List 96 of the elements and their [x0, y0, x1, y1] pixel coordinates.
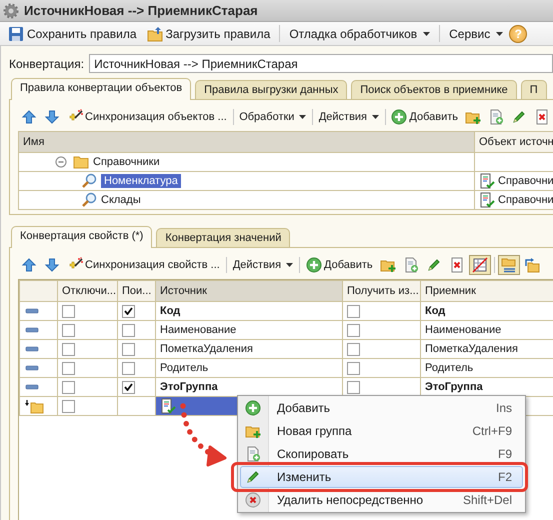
copy-icon: [488, 109, 504, 125]
table-cell: Справочни: [498, 194, 553, 206]
gear-icon: [3, 2, 19, 18]
document-check-icon: [160, 398, 176, 414]
checkbox[interactable]: [62, 380, 75, 394]
caret-icon: [423, 32, 430, 36]
menu-item[interactable]: Удалить непосредственно Shift+Del: [240, 489, 523, 511]
folder-return-icon: [524, 257, 540, 273]
table-cell: Наименование: [160, 324, 236, 336]
table-cell: ПометкаУдаления: [425, 343, 518, 355]
table-cell: Код: [160, 305, 180, 317]
toolbar-button[interactable]: Сохранить правила: [4, 24, 141, 44]
window-title: ИсточникНовая --> ПриемникСтарая: [24, 3, 258, 18]
dropdown-menu-button[interactable]: Действия: [316, 107, 382, 127]
caret-icon: [372, 115, 380, 119]
down-arrow-icon: [44, 257, 60, 273]
column-header[interactable]: Получить из...: [342, 280, 420, 302]
tab[interactable]: Конвертация значений: [156, 228, 290, 247]
delete-icon: [245, 492, 261, 508]
column-header[interactable]: Пои...: [118, 280, 156, 302]
folder-arrow-icon: [24, 398, 44, 414]
table-cell: ЭтоГруппа: [425, 381, 483, 393]
plus-icon: [245, 400, 261, 416]
checkbox[interactable]: [62, 304, 75, 318]
copy-icon: [245, 446, 261, 462]
pencil-icon: [426, 257, 442, 273]
tab[interactable]: Поиск объектов в приемнике: [351, 80, 517, 99]
checkbox[interactable]: [122, 380, 135, 394]
up-arrow-icon: [21, 257, 37, 273]
toolbar-button[interactable]: Загрузить правила: [142, 24, 274, 44]
menu-item[interactable]: Новая группа Ctrl+F9: [240, 420, 523, 442]
table-cell: Код: [425, 305, 446, 317]
checkbox[interactable]: [347, 380, 360, 394]
conversion-field[interactable]: ИсточникНовая --> ПриемникСтарая: [89, 54, 553, 73]
checkbox[interactable]: [62, 342, 75, 356]
tab[interactable]: Правила конвертации объектов: [11, 78, 192, 100]
column-header[interactable]: Объект источн: [474, 132, 553, 152]
tab[interactable]: Конвертация свойств (*): [11, 226, 152, 248]
toolbar-button[interactable]: Добавить: [303, 255, 376, 275]
column-header[interactable]: Отключи...: [58, 280, 118, 302]
table-cell: Наименование: [425, 324, 502, 336]
folder-upload-icon: [146, 26, 163, 42]
magnifier-icon: [81, 173, 97, 189]
toolbar-button[interactable]: Синхронизация объектов ...: [64, 107, 230, 127]
tree-item[interactable]: Склады: [101, 194, 141, 206]
checkbox[interactable]: [122, 362, 135, 374]
toolbar-button[interactable]: [468, 255, 491, 275]
magnifier-icon: [81, 192, 97, 208]
folder-list-icon: [500, 257, 517, 273]
checkbox[interactable]: [62, 362, 75, 374]
tab[interactable]: Правила выгрузки данных: [195, 80, 348, 99]
checkbox[interactable]: [122, 342, 135, 356]
plus-icon: [306, 257, 322, 273]
tab[interactable]: П: [520, 80, 547, 99]
plus-icon: [391, 109, 408, 125]
menu-item[interactable]: Добавить Ins: [240, 397, 523, 419]
table-cell: Справочни: [498, 175, 553, 187]
up-arrow-icon: [21, 109, 37, 125]
toolbar-button[interactable]: Синхронизация свойств ...: [64, 255, 223, 275]
table-cell: Родитель: [425, 362, 474, 374]
column-header[interactable]: Источник: [156, 280, 342, 302]
caret-icon: [299, 115, 306, 119]
checkbox[interactable]: [347, 362, 360, 374]
checkbox[interactable]: [122, 304, 135, 318]
dropdown-menu-button[interactable]: Сервис: [445, 24, 508, 44]
document-check-icon: [479, 173, 495, 189]
checkbox[interactable]: [62, 324, 75, 336]
pencil-icon: [245, 469, 261, 485]
tree-item[interactable]: Справочники: [93, 156, 160, 168]
caret-icon: [496, 32, 504, 36]
dropdown-menu-button[interactable]: Действия: [230, 255, 296, 275]
field-label: Конвертация:: [9, 56, 84, 70]
copy-icon: [402, 257, 419, 273]
dropdown-menu-button[interactable]: Отладка обработчиков: [285, 24, 434, 44]
table-cell: Родитель: [160, 362, 208, 374]
table-cell: ПометкаУдаления: [160, 343, 253, 355]
checkbox[interactable]: [122, 324, 135, 336]
column-header[interactable]: Имя: [18, 132, 474, 152]
menu-item[interactable]: Скопировать F9: [240, 443, 523, 465]
crossed-table-icon: [472, 257, 488, 273]
checkbox[interactable]: [62, 400, 75, 412]
table-cell: ЭтоГруппа: [160, 381, 218, 393]
tree-item[interactable]: Номенклатура: [101, 174, 181, 188]
down-arrow-icon: [44, 109, 60, 125]
checkbox[interactable]: [347, 304, 360, 318]
delete-icon: [534, 109, 550, 125]
caret-icon: [286, 263, 294, 267]
column-header[interactable]: Приемник: [420, 280, 553, 302]
checkbox[interactable]: [347, 324, 360, 336]
collapse-icon: [53, 154, 69, 170]
delete-icon: [448, 257, 465, 273]
pencil-icon: [511, 109, 527, 125]
checkbox[interactable]: [347, 342, 360, 356]
dropdown-menu-button[interactable]: Обработки: [236, 107, 310, 127]
toolbar-button[interactable]: [498, 255, 520, 275]
toolbar-button[interactable]: Добавить: [388, 107, 461, 127]
